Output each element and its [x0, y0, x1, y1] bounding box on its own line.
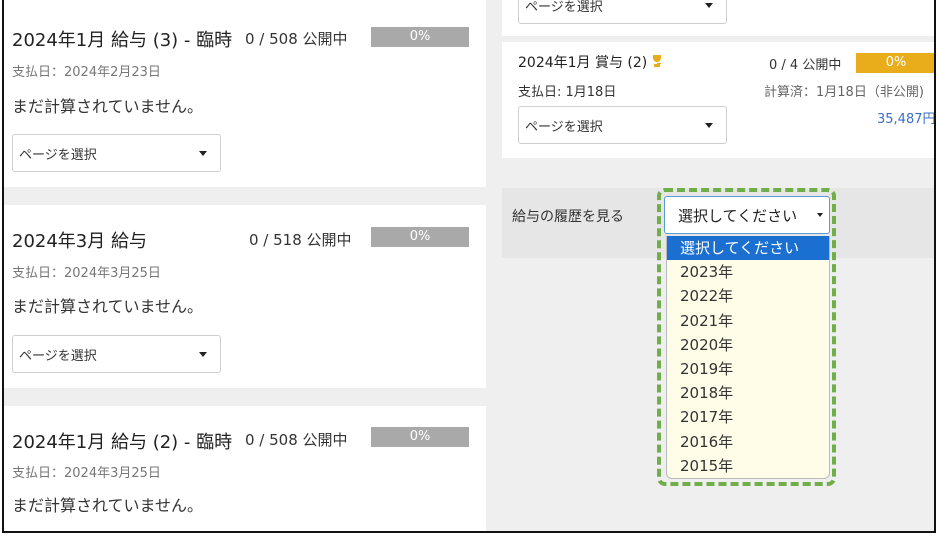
payroll-card: 2024年1月 給与 (3) - 臨時 0 / 508 公開中 0% 支払日：2… — [4, 0, 486, 187]
payroll-title: 2024年3月 給与 — [12, 231, 147, 252]
page-select-label: ページを選択 — [19, 147, 97, 163]
publish-count: 0 / 508 公開中 — [245, 30, 348, 48]
history-option[interactable]: 2017年 — [667, 405, 829, 429]
page-select[interactable]: ページを選択 — [518, 0, 727, 24]
progress-badge: 0% — [371, 427, 469, 447]
bonus-title-text: 2024年1月 賞与 (2) — [518, 55, 648, 71]
payroll-card: 2024年3月 給与 0 / 518 公開中 0% 支払日：2024年3月25日… — [4, 205, 486, 388]
history-option[interactable]: 2016年 — [667, 430, 829, 454]
status-text: まだ計算されていません。 — [12, 297, 204, 316]
page-select-label: ページを選択 — [525, 0, 603, 15]
progress-badge: 0% — [371, 27, 469, 47]
page-select[interactable]: ページを選択 — [12, 335, 221, 373]
payroll-title: 2024年1月 給与 (2) - 臨時 — [12, 432, 233, 453]
calculated-text: 計算済：1月18日（非公開) — [764, 85, 924, 100]
progress-badge: 0% — [856, 53, 934, 73]
publish-count: 0 / 4 公開中 — [769, 58, 842, 73]
bonus-title: 2024年1月 賞与 (2) — [518, 52, 663, 72]
pay-date: 支払日: 1月18日 — [518, 85, 617, 100]
amount-link[interactable]: 35,487円 — [877, 108, 934, 127]
caret-down-icon — [199, 151, 207, 156]
history-option[interactable]: 2022年 — [667, 284, 829, 308]
page-select[interactable]: ページを選択 — [12, 134, 221, 172]
history-label: 給与の履歴を見る — [512, 209, 624, 225]
history-option[interactable]: 2015年 — [667, 454, 829, 478]
history-option[interactable]: 2018年 — [667, 381, 829, 405]
page-select[interactable]: ページを選択 — [518, 106, 727, 144]
history-select[interactable]: 選択してください — [664, 196, 830, 234]
history-option[interactable]: 選択してください — [667, 236, 829, 261]
caret-down-icon — [199, 352, 207, 357]
history-select-value: 選択してください — [678, 206, 798, 225]
caret-down-icon — [705, 123, 713, 128]
publish-count: 0 / 508 公開中 — [245, 431, 348, 449]
pay-date: 支払日：2024年3月25日 — [12, 466, 161, 481]
history-option[interactable]: 2023年 — [667, 260, 829, 284]
page-select-label: ページを選択 — [19, 348, 97, 364]
progress-badge: 0% — [371, 227, 469, 247]
history-option[interactable]: 2020年 — [667, 333, 829, 357]
status-text: まだ計算されていません。 — [12, 496, 204, 515]
payroll-title: 2024年1月 給与 (3) - 臨時 — [12, 30, 233, 51]
publish-count: 0 / 518 公開中 — [249, 231, 352, 249]
pay-date: 支払日：2024年2月23日 — [12, 65, 161, 80]
payroll-card-clipped: ページを選択 — [502, 0, 934, 36]
caret-down-icon — [705, 3, 713, 8]
payroll-card: 2024年1月 給与 (2) - 臨時 0 / 508 公開中 0% 支払日：2… — [4, 406, 486, 531]
caret-down-icon — [817, 213, 823, 217]
status-text: まだ計算されていません。 — [12, 97, 204, 116]
history-dropdown: 選択してください 2023年 2022年 2021年 2020年 2019年 2… — [666, 236, 830, 479]
history-option[interactable]: 2019年 — [667, 357, 829, 381]
page-select-label: ページを選択 — [525, 119, 603, 135]
bonus-card: 2024年1月 賞与 (2) 0 / 4 公開中 0% 支払日: 1月18日 計… — [502, 42, 934, 158]
history-option[interactable]: 2021年 — [667, 309, 829, 333]
trophy-icon — [651, 55, 663, 68]
pay-date: 支払日：2024年3月25日 — [12, 266, 161, 281]
